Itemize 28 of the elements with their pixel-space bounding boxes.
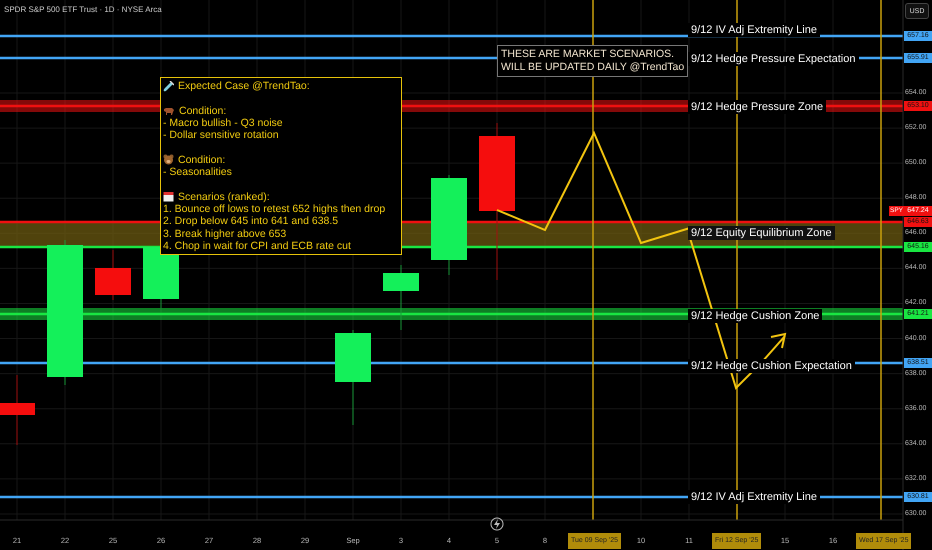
level-label: 9/12 Hedge Pressure Expectation	[688, 52, 858, 66]
level-label: 9/12 Hedge Pressure Zone	[688, 100, 826, 114]
lightning-icon	[490, 518, 504, 530]
note-line: 4. Chop in wait for CPI and ECB rate cut	[163, 240, 352, 252]
candlestick	[95, 250, 131, 300]
test-tube-icon	[163, 80, 174, 92]
note-title: Expected Case @TrendTao:	[178, 80, 310, 92]
section-heading: Scenarios (ranked):	[178, 190, 270, 203]
bear-icon	[163, 154, 174, 166]
candlestick	[383, 264, 419, 330]
level-label: 9/12 Hedge Cushion Expectation	[688, 359, 855, 373]
note-line: - Macro bullish - Q3 noise	[163, 116, 284, 130]
note-line: - Dollar sensitive rotation	[163, 129, 280, 142]
level-label: 9/12 IV Adj Extremity Line	[688, 490, 820, 504]
banner-note: THESE ARE MARKET SCENARIOS. WILL BE UPDATED DAILY @TrendTao	[497, 45, 688, 77]
calendar-icon	[163, 191, 174, 202]
bull-icon	[163, 106, 175, 116]
note-line: 3. Break higher above 653	[163, 228, 288, 240]
note-line: - Seasonalities	[163, 166, 233, 178]
note-line: 2. Drop below 645 into 641 and 638.5	[163, 215, 340, 228]
level-label: 9/12 IV Adj Extremity Line	[688, 23, 820, 37]
note-line: 1. Bounce off lows to retest 652 highs then drop	[163, 202, 386, 216]
level-label: 9/12 Equity Equilibrium Zone	[688, 226, 835, 240]
level-label: 9/12 Hedge Cushion Zone	[688, 309, 822, 323]
chart-title: SPDR S&P 500 ETF Trust · 1D · NYSE Arca	[4, 5, 162, 14]
candlestick	[0, 374, 35, 446]
section-heading: Condition:	[179, 104, 226, 117]
section-heading: Condition:	[178, 154, 226, 166]
